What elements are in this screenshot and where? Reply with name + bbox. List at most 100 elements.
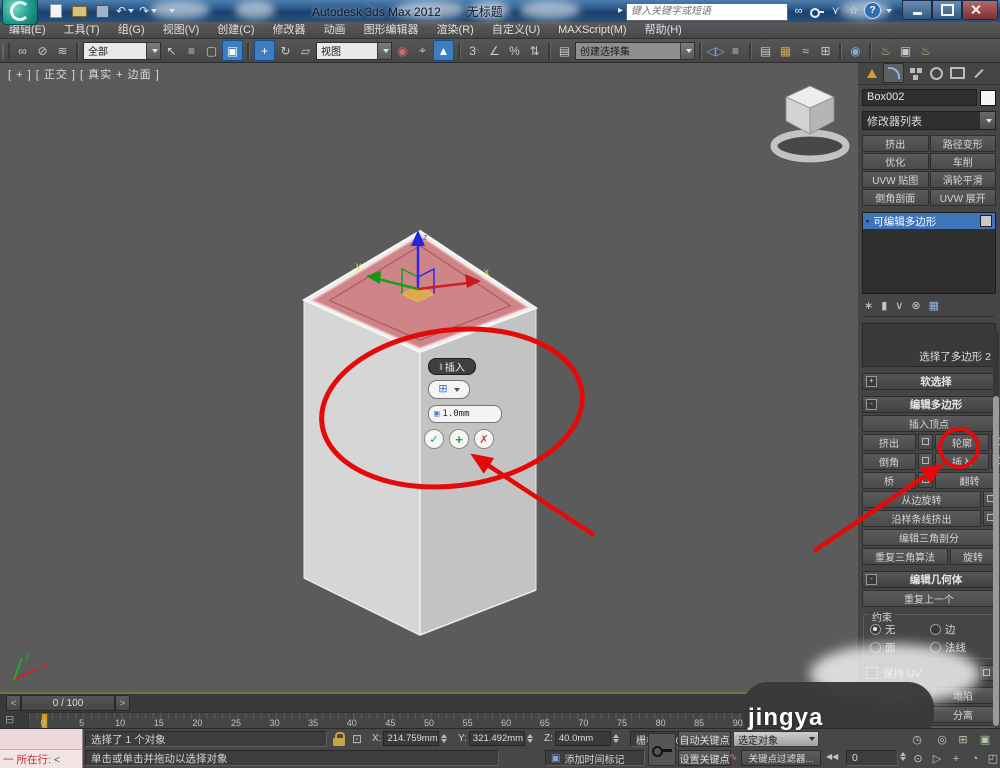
rollout-edit-geometry[interactable]: - 编辑几何体 xyxy=(862,571,996,588)
select-and-link-button[interactable]: ∞ xyxy=(13,41,32,60)
snaps-toggle-3d-button[interactable]: 3∩ xyxy=(465,41,484,60)
caddy-amount-field[interactable]: ▣ 1.0mm xyxy=(428,405,502,423)
modifier-stack[interactable]: ▪ 可编辑多边形 xyxy=(862,212,996,294)
rollout-edit-polygons[interactable]: - 编辑多边形 xyxy=(862,396,996,413)
minimize-button[interactable] xyxy=(902,0,932,20)
retriangulate-button[interactable]: 重复三角算法 xyxy=(862,548,948,565)
maximize-viewport-toggle[interactable]: ◰ xyxy=(984,750,1000,767)
menu-item[interactable]: 渲染(R) xyxy=(428,22,483,38)
configure-modifier-sets-icon[interactable]: ▦ xyxy=(929,299,939,312)
y-spinner[interactable] xyxy=(527,734,533,743)
undo-button[interactable]: ↶ xyxy=(115,3,135,20)
caddy-cancel-button[interactable]: ✗ xyxy=(474,429,494,449)
viewport-orthographic[interactable]: [ + ] [ 正交 ] [ 真实 + 边面 ] xyxy=(0,62,859,692)
menu-item[interactable]: 工具(T) xyxy=(55,22,109,38)
hinge-from-edge-button[interactable]: 从边旋转 xyxy=(862,491,981,508)
previous-frame-button[interactable]: < xyxy=(6,695,21,711)
infocenter-search-input[interactable] xyxy=(626,3,788,21)
modifier-button-uvw-unwrap[interactable]: UVW 展开 xyxy=(930,189,997,206)
modifier-button-turbosmooth[interactable]: 涡轮平滑 xyxy=(930,171,997,188)
outline-button[interactable]: 轮廓 xyxy=(935,434,989,451)
rendered-frame-window-button[interactable]: ▣ xyxy=(896,41,915,60)
selected-objects-dropdown[interactable]: 选定对象 xyxy=(733,731,819,747)
menu-item[interactable]: MAXScript(M) xyxy=(549,22,635,38)
go-to-start-button[interactable]: ◀◀ xyxy=(826,752,838,761)
save-button[interactable] xyxy=(92,3,112,20)
bevel-button[interactable]: 倒角 xyxy=(862,453,916,470)
set-keys-button[interactable] xyxy=(648,733,676,766)
tab-utilities[interactable] xyxy=(969,64,988,82)
bevel-settings-button[interactable] xyxy=(918,453,933,469)
menu-item[interactable]: 创建(C) xyxy=(208,22,263,38)
select-and-rotate-button[interactable]: ↻ xyxy=(276,41,295,60)
rollout-collapse-icon[interactable]: - xyxy=(866,399,877,410)
current-frame-indicator[interactable]: 0 / 100 xyxy=(21,695,115,711)
curve-editor-button[interactable]: ≈ xyxy=(796,41,815,60)
toolbar-grip[interactable] xyxy=(2,43,10,59)
flip-button[interactable]: 翻转 xyxy=(935,472,1000,489)
modifier-button-uvw-map[interactable]: UVW 贴图 xyxy=(862,171,929,188)
modifier-list-caret[interactable] xyxy=(980,112,995,129)
bridge-button[interactable]: 桥 xyxy=(862,472,916,489)
menu-item[interactable]: 图形编辑器 xyxy=(355,22,428,38)
render-setup-button[interactable]: ♨ xyxy=(876,41,895,60)
schematic-view-button[interactable]: ⊞ xyxy=(816,41,835,60)
close-button[interactable] xyxy=(962,0,998,20)
selection-lock-toggle[interactable] xyxy=(332,732,346,746)
time-configuration-button[interactable]: ◷ xyxy=(908,731,926,748)
select-and-manipulate-button[interactable]: ⌖ xyxy=(413,41,432,60)
search-icon[interactable]: ∞ xyxy=(791,3,806,19)
pan-hand-button[interactable]: + xyxy=(947,750,965,767)
pin-stack-icon[interactable]: ∗ xyxy=(864,299,873,312)
caddy-apply-button[interactable]: + xyxy=(449,429,469,449)
x-value-field[interactable]: 214.759mm xyxy=(383,731,439,746)
maxscript-mini-listener[interactable]: 一 所在行: < xyxy=(0,729,83,768)
viewcube[interactable] xyxy=(766,80,854,172)
caddy-title[interactable]: ‖ 插入 xyxy=(428,358,476,375)
object-color-swatch[interactable] xyxy=(980,90,996,106)
rectangular-selection-region-button[interactable]: ▢ xyxy=(202,41,221,60)
coordinate-caret[interactable] xyxy=(377,43,391,59)
reference-coordinate-dropdown[interactable]: 视图 xyxy=(316,42,392,60)
tab-create[interactable] xyxy=(862,64,881,82)
selection-filter-caret[interactable] xyxy=(146,43,160,59)
extrude-button[interactable]: 挤出 xyxy=(862,434,916,451)
open-file-button[interactable] xyxy=(69,3,89,20)
selection-set-caret[interactable] xyxy=(680,43,694,59)
manage-layers-button[interactable]: ▤ xyxy=(756,41,775,60)
make-unique-icon[interactable]: ∨ xyxy=(895,299,903,312)
help-icon[interactable]: ? xyxy=(864,2,881,19)
stack-item-editable-poly[interactable]: ▪ 可编辑多边形 xyxy=(863,213,995,229)
x-spinner[interactable] xyxy=(441,734,447,743)
z-value-field[interactable]: 40.0mm xyxy=(555,731,611,746)
orbit-button[interactable]: ◔ xyxy=(966,750,984,767)
edit-triangulation-button[interactable]: 编辑三角剖分 xyxy=(862,529,996,546)
current-frame-field[interactable]: 0 xyxy=(846,750,898,766)
panel-scrollbar-thumb[interactable] xyxy=(993,396,999,726)
named-selection-set-dropdown[interactable]: 创建选择集 xyxy=(575,42,695,60)
render-production-button[interactable]: ♨ xyxy=(916,41,935,60)
tab-hierarchy[interactable] xyxy=(906,64,925,82)
modifier-button-path-deform[interactable]: 路径变形 xyxy=(930,135,997,152)
insert-vertex-button[interactable]: 插入顶点 xyxy=(862,415,996,432)
caddy-ok-button[interactable]: ✓ xyxy=(424,429,444,449)
set-key-button[interactable]: 设置关键点 xyxy=(678,750,731,766)
y-value-field[interactable]: 321.492mm xyxy=(469,731,525,746)
constraint-radio[interactable]: 无 xyxy=(870,622,930,637)
zoom-button[interactable]: ◎ xyxy=(933,731,951,748)
time-slider[interactable]: < 0 / 100 > xyxy=(6,696,130,710)
frame-spinner[interactable] xyxy=(900,752,906,761)
select-object-button[interactable]: ↖ xyxy=(162,41,181,60)
select-by-name-button[interactable]: ≡ xyxy=(182,41,201,60)
rollout-collapse-icon[interactable]: - xyxy=(866,574,877,585)
key-filters-button[interactable]: 关键点过滤器... xyxy=(741,750,821,766)
menu-item[interactable]: 自定义(U) xyxy=(483,22,549,38)
tab-modify[interactable] xyxy=(883,63,904,83)
new-scene-button[interactable] xyxy=(46,3,66,20)
caddy-inset-type-dropdown[interactable]: ⊞ xyxy=(428,380,470,399)
modifier-button-bevel-profile[interactable]: 倒角剖面 xyxy=(862,189,929,206)
rollout-soft-selection[interactable]: + 软选择 xyxy=(862,373,996,390)
modifier-button-optimize[interactable]: 优化 xyxy=(862,153,929,170)
viewport-label[interactable]: [ + ] [ 正交 ] [ 真实 + 边面 ] xyxy=(8,66,160,82)
z-spinner[interactable] xyxy=(613,734,619,743)
